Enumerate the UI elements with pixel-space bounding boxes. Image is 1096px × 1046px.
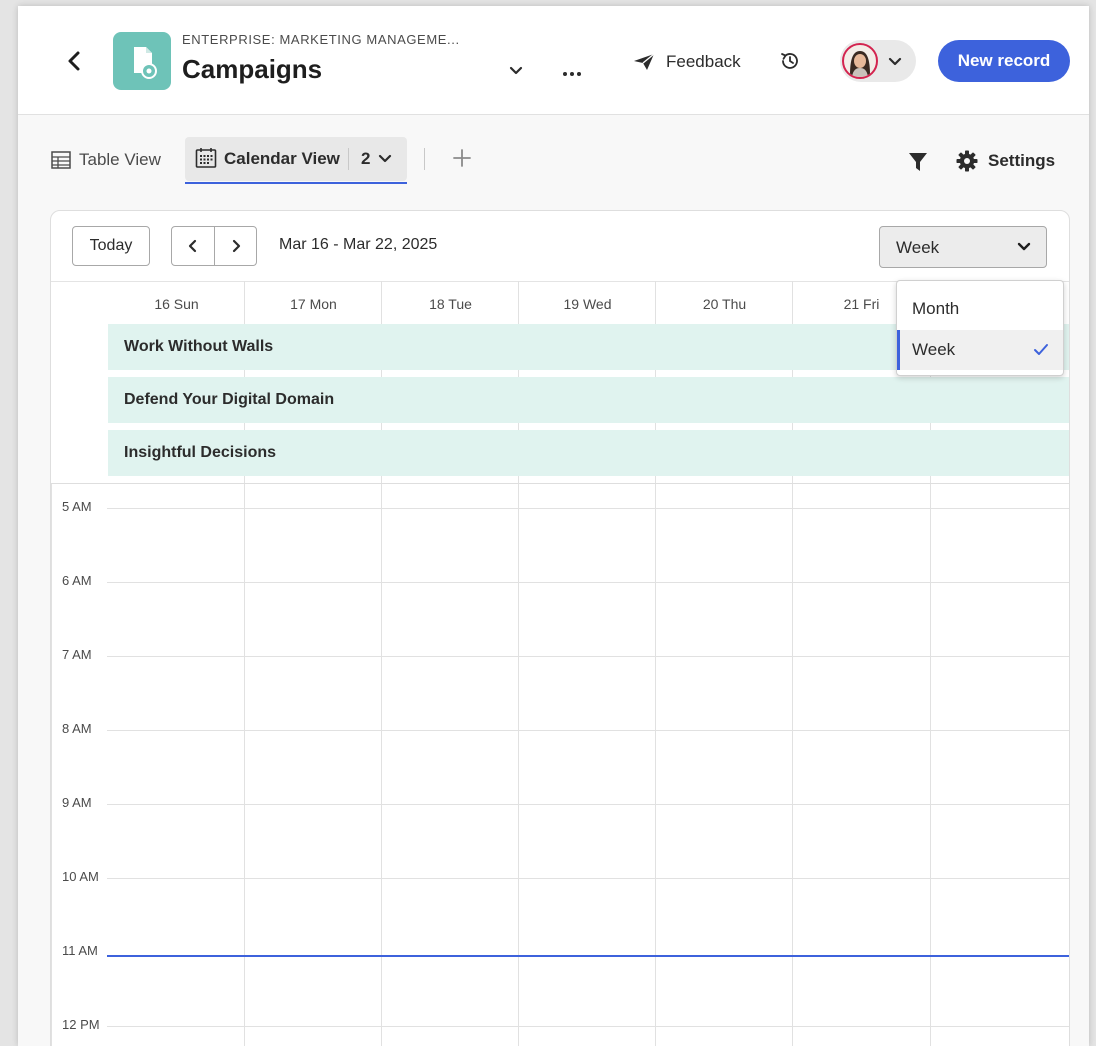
day-header-tue: 18 Tue (429, 295, 472, 312)
chevron-down-icon[interactable] (377, 151, 393, 167)
checkmark-icon (1034, 344, 1048, 355)
chevron-down-icon (888, 57, 902, 66)
today-button[interactable]: Today (72, 226, 150, 266)
hour-label: 12 PM (62, 1017, 100, 1032)
avatar (842, 43, 878, 79)
feedback-label: Feedback (666, 52, 741, 71)
previous-week-button[interactable] (172, 227, 215, 265)
campaigns-app-icon (113, 32, 171, 90)
hour-label: 6 AM (62, 573, 92, 588)
add-view-button[interactable] (452, 148, 472, 168)
tab-table-view[interactable]: Table View (51, 148, 161, 172)
settings-label: Settings (988, 151, 1056, 170)
hour-line (107, 582, 1069, 583)
hour-label: 7 AM (62, 647, 92, 662)
workspace-subtitle: ENTERPRISE: MARKETING MANAGEME... (182, 32, 460, 47)
user-menu-button[interactable] (840, 40, 916, 82)
history-icon (781, 53, 798, 69)
filter-icon (909, 153, 927, 171)
tab-calendar-view-label: Calendar View (224, 149, 340, 168)
chevron-down-icon (1017, 242, 1031, 251)
day-header-sun: 16 Sun (154, 295, 199, 312)
current-time-indicator (107, 955, 1069, 957)
view-mode-option-label: Week (912, 340, 956, 359)
next-week-button[interactable] (215, 227, 257, 265)
active-tab-indicator (185, 182, 407, 184)
date-navigation (171, 226, 257, 266)
all-day-divider (51, 483, 1069, 484)
calendar-view-count: 2 (361, 149, 371, 168)
view-mode-value: Week (896, 238, 940, 257)
day-header-thu: 20 Thu (702, 295, 747, 312)
hour-line (107, 804, 1069, 805)
day-header-mon: 17 Mon (290, 295, 337, 312)
tab-divider (348, 148, 349, 170)
date-range-label: Mar 16 - Mar 22, 2025 (279, 236, 438, 253)
app-window: ENTERPRISE: MARKETING MANAGEME... Campai… (18, 6, 1089, 1046)
day-header-wed: 19 Wed (563, 295, 612, 312)
feedback-button[interactable]: Feedback (632, 50, 741, 74)
hour-line (107, 656, 1069, 657)
event-insightful-decisions[interactable]: Insightful Decisions (108, 430, 1069, 476)
chevron-down-icon (509, 66, 523, 75)
more-horizontal-icon (563, 72, 581, 76)
history-button[interactable] (778, 49, 802, 73)
plus-icon (453, 149, 471, 167)
new-record-button[interactable]: New record (938, 40, 1070, 82)
view-mode-option-week[interactable]: Week (897, 330, 1063, 370)
tab-table-view-label: Table View (79, 150, 161, 169)
hour-label: 10 AM (62, 869, 99, 884)
view-mode-option-label: Month (912, 299, 960, 318)
title-dropdown-button[interactable] (506, 60, 526, 80)
settings-button[interactable]: Settings (956, 150, 1055, 172)
hour-line (107, 878, 1069, 879)
hour-line (107, 1026, 1069, 1027)
hour-label: 9 AM (62, 795, 92, 810)
calendar-icon (195, 148, 217, 168)
view-mode-dropdown: Month Week (896, 280, 1064, 376)
view-mode-option-month[interactable]: Month (897, 289, 1063, 329)
chevron-right-icon (232, 239, 241, 253)
hour-label: 5 AM (62, 499, 92, 514)
tab-calendar-view[interactable]: Calendar View 2 (185, 137, 407, 181)
back-button[interactable] (64, 50, 86, 72)
hour-label: 8 AM (62, 721, 92, 736)
event-defend-your-digital-domain[interactable]: Defend Your Digital Domain (108, 377, 1069, 423)
page-title: Campaigns (182, 54, 323, 84)
chevron-left-icon (68, 51, 80, 71)
more-actions-button[interactable] (560, 60, 584, 80)
hour-line (107, 730, 1069, 731)
chevron-left-icon (188, 239, 197, 253)
view-mode-select[interactable]: Week (879, 226, 1047, 268)
gear-icon (956, 150, 978, 172)
view-bar-divider (424, 148, 425, 170)
time-grid-left-border (51, 483, 52, 1046)
paper-plane-icon (634, 53, 655, 70)
hour-label: 11 AM (62, 943, 98, 958)
page-header: ENTERPRISE: MARKETING MANAGEME... Campai… (18, 6, 1089, 115)
filter-button[interactable] (908, 152, 928, 172)
hour-line (107, 508, 1069, 509)
table-icon (51, 151, 71, 169)
